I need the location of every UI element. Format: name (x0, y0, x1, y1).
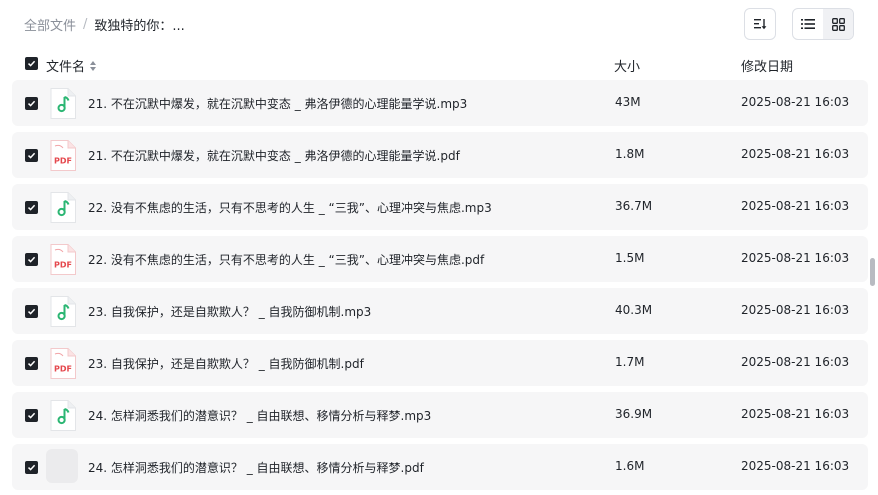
file-name: 24. 怎样洞悉我们的潜意识？ _ 自由联想、移情分析与释梦.pdf (88, 461, 424, 475)
file-name: 24. 怎样洞悉我们的潜意识？ _ 自由联想、移情分析与释梦.mp3 (88, 409, 432, 423)
select-all-checkbox[interactable] (25, 57, 38, 70)
sort-button[interactable] (744, 8, 776, 40)
file-size: 36.9M (615, 407, 653, 421)
file-list-header: 文件名 大小 修改日期 (0, 48, 878, 80)
file-date: 2025-08-21 16:03 (741, 147, 850, 161)
file-checkbox[interactable] (25, 149, 38, 162)
list-view-button[interactable] (793, 9, 823, 39)
file-row[interactable]: PDF 21. 不在沉默中爆发，就在沉默中变态 _ 弗洛伊德的心理能量学说.pd… (12, 132, 868, 178)
sort-icon (754, 19, 767, 30)
file-checkbox[interactable] (25, 305, 38, 318)
list-view-icon (801, 19, 815, 29)
file-date: 2025-08-21 16:03 (741, 251, 850, 265)
file-date: 2025-08-21 16:03 (741, 199, 850, 213)
checkmark-icon (27, 464, 36, 471)
file-row[interactable]: 24. 怎样洞悉我们的潜意识？ _ 自由联想、移情分析与释梦.pdf 1.6M … (12, 444, 868, 490)
checkmark-icon (27, 256, 36, 263)
pdf-label: PDF (54, 261, 72, 270)
grid-view-icon (831, 17, 845, 31)
checkmark-icon (27, 204, 36, 211)
audio-file-icon (49, 295, 77, 328)
file-date: 2025-08-21 16:03 (741, 303, 850, 317)
loading-file-icon (46, 449, 78, 483)
file-date: 2025-08-21 16:03 (741, 355, 850, 369)
file-row[interactable]: 21. 不在沉默中爆发，就在沉默中变态 _ 弗洛伊德的心理能量学说.mp3 43… (12, 80, 868, 126)
pdf-label: PDF (54, 365, 72, 374)
file-name: 21. 不在沉默中爆发，就在沉默中变态 _ 弗洛伊德的心理能量学说.pdf (88, 149, 460, 163)
breadcrumb-root-link[interactable]: 全部文件 (24, 15, 76, 34)
scrollbar-thumb[interactable] (870, 258, 875, 286)
file-date: 2025-08-21 16:03 (741, 407, 850, 421)
checkmark-icon (27, 360, 36, 367)
file-name: 21. 不在沉默中爆发，就在沉默中变态 _ 弗洛伊德的心理能量学说.mp3 (88, 97, 468, 111)
file-size: 1.8M (615, 147, 645, 161)
breadcrumb: 全部文件 / 致独特的你：... (24, 15, 185, 34)
file-size: 40.3M (615, 303, 653, 317)
file-checkbox[interactable] (25, 409, 38, 422)
breadcrumb-current-folder: 致独特的你：... (94, 19, 185, 34)
file-row[interactable]: 23. 自我保护，还是自欺欺人？ _ 自我防御机制.mp3 40.3M 2025… (12, 288, 868, 334)
checkmark-icon (27, 60, 36, 67)
file-name: 22. 没有不焦虑的生活，只有不思考的人生 _ “三我”、心理冲突与焦虑.pdf (88, 253, 485, 267)
pdf-file-icon: PDF (49, 347, 77, 380)
file-name: 22. 没有不焦虑的生活，只有不思考的人生 _ “三我”、心理冲突与焦虑.mp3 (88, 201, 492, 215)
file-list: 21. 不在沉默中爆发，就在沉默中变态 _ 弗洛伊德的心理能量学说.mp3 43… (12, 80, 868, 495)
file-row[interactable]: 22. 没有不焦虑的生活，只有不思考的人生 _ “三我”、心理冲突与焦虑.mp3… (12, 184, 868, 230)
pdf-file-icon: PDF (49, 139, 77, 172)
pdf-label: PDF (54, 157, 72, 166)
audio-file-icon (49, 399, 77, 432)
checkmark-icon (27, 308, 36, 315)
file-date: 2025-08-21 16:03 (741, 95, 850, 109)
file-size: 36.7M (615, 199, 653, 213)
name-column-label: 文件名 (46, 60, 86, 75)
breadcrumb-separator: / (83, 17, 88, 32)
file-size: 1.5M (615, 251, 645, 265)
audio-file-icon (49, 191, 77, 224)
file-row[interactable]: PDF 22. 没有不焦虑的生活，只有不思考的人生 _ “三我”、心理冲突与焦虑… (12, 236, 868, 282)
date-column-header[interactable]: 修改日期 (741, 56, 793, 75)
checkmark-icon (27, 100, 36, 107)
size-column-header[interactable]: 大小 (614, 56, 640, 75)
file-row[interactable]: 24. 怎样洞悉我们的潜意识？ _ 自由联想、移情分析与释梦.mp3 36.9M… (12, 392, 868, 438)
checkmark-icon (27, 152, 36, 159)
checkmark-icon (27, 412, 36, 419)
file-name: 23. 自我保护，还是自欺欺人？ _ 自我防御机制.mp3 (88, 305, 372, 319)
file-size: 1.7M (615, 355, 645, 369)
file-checkbox[interactable] (25, 253, 38, 266)
pdf-file-icon: PDF (49, 243, 77, 276)
file-row[interactable]: PDF 23. 自我保护，还是自欺欺人？ _ 自我防御机制.pdf 1.7M 2… (12, 340, 868, 386)
audio-file-icon (49, 87, 77, 120)
file-size: 1.6M (615, 459, 645, 473)
file-checkbox[interactable] (25, 201, 38, 214)
name-column-header[interactable]: 文件名 (46, 56, 97, 75)
file-name: 23. 自我保护，还是自欺欺人？ _ 自我防御机制.pdf (88, 357, 364, 371)
file-date: 2025-08-21 16:03 (741, 459, 850, 473)
toolbar: 全部文件 / 致独特的你：... (0, 0, 878, 48)
grid-view-button[interactable] (823, 9, 853, 39)
file-checkbox[interactable] (25, 357, 38, 370)
view-toggle (792, 8, 854, 40)
sort-arrows-icon (90, 60, 97, 71)
file-checkbox[interactable] (25, 461, 38, 474)
file-size: 43M (615, 95, 641, 109)
file-checkbox[interactable] (25, 97, 38, 110)
